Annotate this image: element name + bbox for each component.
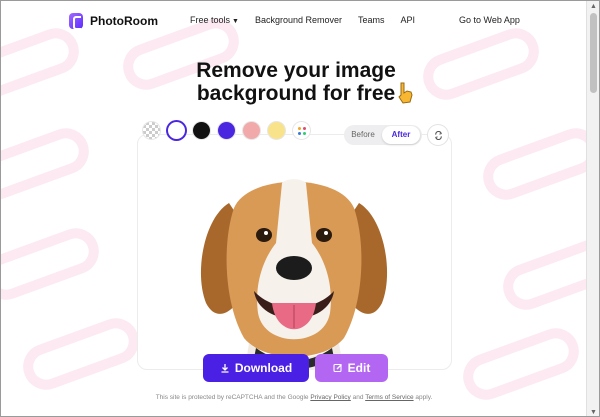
main-nav: Free tools ▼ Background Remover Teams API <box>190 15 415 25</box>
swatch-black[interactable] <box>193 122 210 139</box>
refresh-icon <box>434 130 442 140</box>
download-button[interactable]: Download <box>203 354 309 382</box>
edit-button[interactable]: Edit <box>315 354 388 382</box>
go-to-web-app-link[interactable]: Go to Web App <box>459 15 520 25</box>
brand-name: PhotoRoom <box>90 14 158 28</box>
dog-photo <box>200 179 388 369</box>
scroll-down-icon[interactable]: ▼ <box>590 409 597 416</box>
download-label: Download <box>234 361 293 375</box>
nav-background-remover[interactable]: Background Remover <box>255 15 342 25</box>
edit-label: Edit <box>347 361 371 375</box>
scroll-up-icon[interactable]: ▲ <box>590 3 597 10</box>
vertical-scrollbar[interactable]: ▲ ▼ <box>586 1 599 416</box>
edit-icon <box>333 363 342 373</box>
page-title: Remove your image background for free <box>196 59 396 105</box>
pointing-hand-icon <box>398 82 413 104</box>
swatch-yellow[interactable] <box>268 122 285 139</box>
photoroom-logo-icon <box>69 13 83 30</box>
terms-of-service-link[interactable]: Terms of Service <box>365 394 413 401</box>
nav-teams[interactable]: Teams <box>358 15 385 25</box>
recaptcha-notice: This site is protected by reCAPTCHA and … <box>155 394 433 401</box>
swatch-pink[interactable] <box>243 122 260 139</box>
brand-logo[interactable]: PhotoRoom <box>69 13 158 30</box>
nav-free-tools[interactable]: Free tools ▼ <box>190 15 239 25</box>
compare-button[interactable] <box>428 125 448 145</box>
before-after-toggle: Before After <box>344 125 422 145</box>
scroll-thumb[interactable] <box>590 13 597 93</box>
top-nav: PhotoRoom Free tools ▼ Background Remover… <box>1 1 587 41</box>
nav-api[interactable]: API <box>401 15 416 25</box>
image-preview <box>137 134 452 370</box>
background-color-picker <box>143 122 310 139</box>
toggle-after[interactable]: After <box>382 126 420 144</box>
swatch-transparent[interactable] <box>143 122 160 139</box>
browser-viewport: PhotoRoom Free tools ▼ Background Remover… <box>0 0 600 417</box>
palette-icon <box>297 126 306 135</box>
download-icon <box>221 364 229 373</box>
privacy-policy-link[interactable]: Privacy Policy <box>310 394 350 401</box>
swatch-white[interactable] <box>168 122 185 139</box>
toggle-before[interactable]: Before <box>344 126 382 144</box>
swatch-more-colors[interactable] <box>293 122 310 139</box>
swatch-blue[interactable] <box>218 122 235 139</box>
chevron-down-icon: ▼ <box>232 18 239 25</box>
